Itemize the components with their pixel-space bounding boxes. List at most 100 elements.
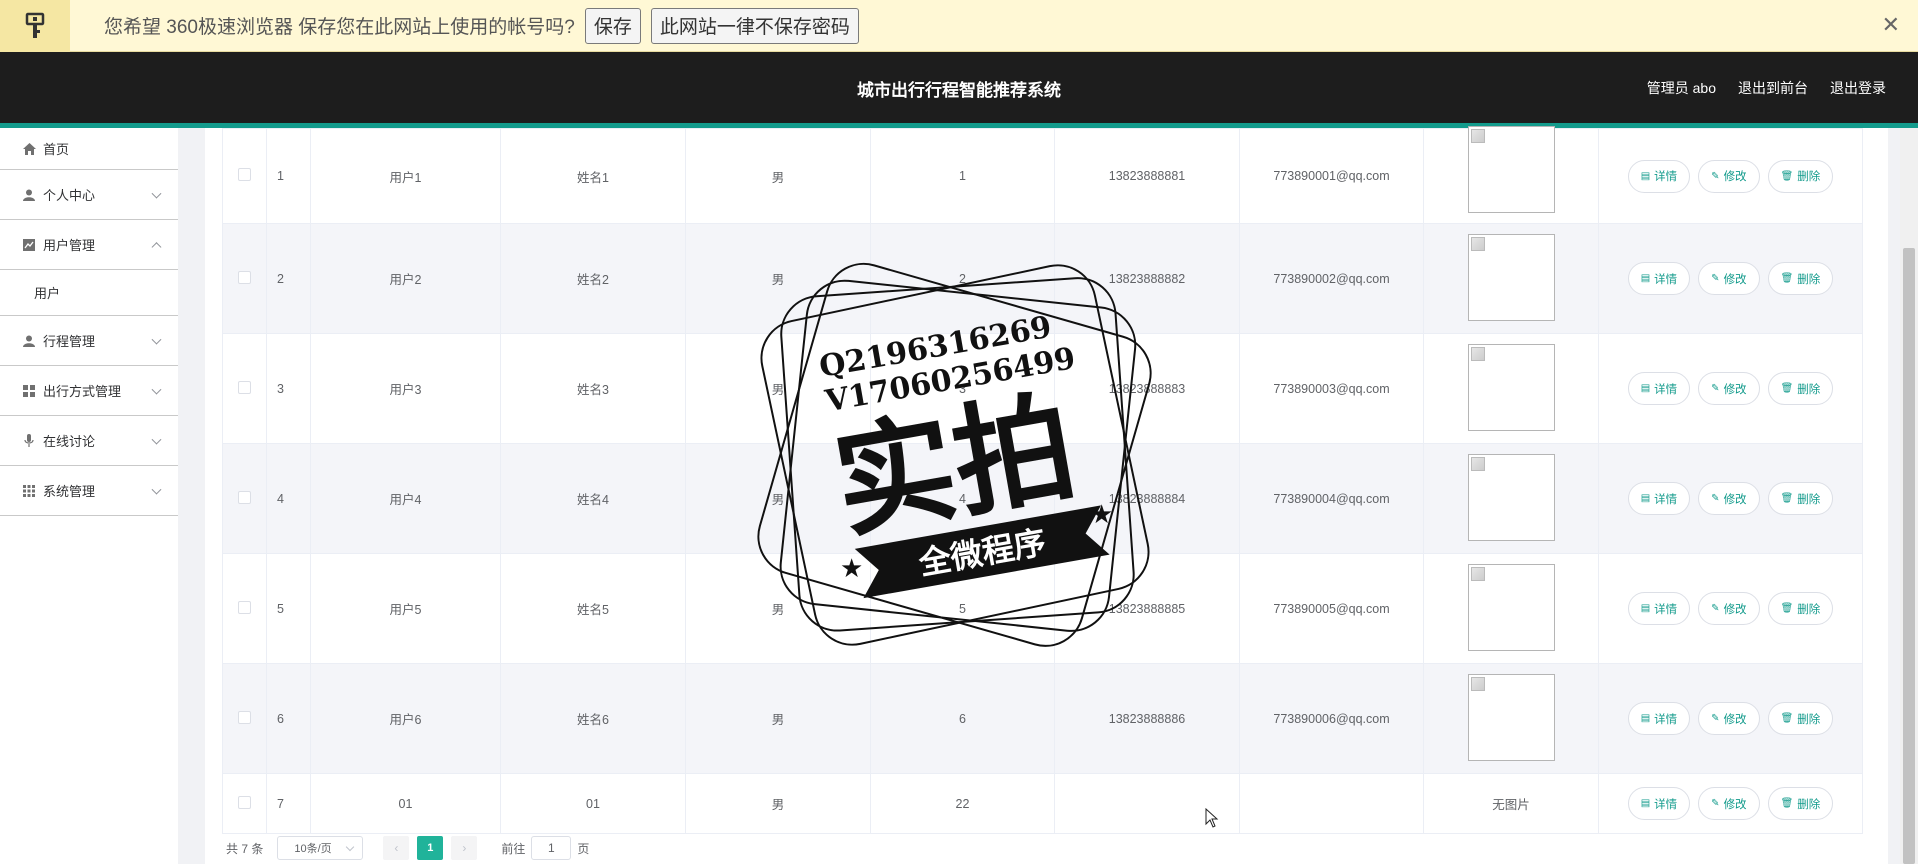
edit-button[interactable]: ✎ 修改 bbox=[1698, 482, 1760, 515]
sidebar-item-system-management[interactable]: 系统管理 bbox=[0, 466, 178, 516]
sidebar-item-label: 系统管理 bbox=[43, 484, 96, 499]
delete-button[interactable]: 🗑 删除 bbox=[1767, 592, 1834, 625]
pencil-icon: ✎ bbox=[1711, 493, 1720, 504]
phone-cell: 13823888884 bbox=[1054, 443, 1240, 554]
detail-button[interactable]: ▤ 详情 bbox=[1627, 482, 1691, 515]
never-save-password-button[interactable]: 此网站一律不保存密码 bbox=[650, 7, 859, 44]
sidebar-item-user-management[interactable]: 用户管理 bbox=[0, 220, 178, 270]
delete-button[interactable]: 🗑 删除 bbox=[1767, 702, 1834, 735]
page-number-current[interactable]: 1 bbox=[417, 836, 444, 860]
delete-button[interactable]: 🗑 删除 bbox=[1767, 159, 1834, 193]
detail-button[interactable]: ▤ 详情 bbox=[1627, 787, 1691, 820]
delete-label: 删除 bbox=[1797, 713, 1821, 726]
document-icon: ▤ bbox=[1640, 170, 1651, 182]
edit-button[interactable]: ✎ 修改 bbox=[1698, 159, 1760, 193]
avatar-image bbox=[1467, 126, 1555, 213]
page-size-select[interactable]: 10条/页 bbox=[277, 836, 364, 860]
sidebar-item-online-discussion[interactable]: 在线讨论 bbox=[0, 416, 178, 466]
row-checkbox[interactable] bbox=[238, 600, 251, 614]
sidebar-item-label: 首页 bbox=[43, 142, 70, 157]
sidebar-item-home[interactable]: 首页 bbox=[0, 128, 178, 170]
next-page-button[interactable]: › bbox=[451, 836, 478, 860]
checkbox-cell bbox=[222, 773, 267, 834]
user-table: 1 用户1 姓名1 男 1 13823888881 773890001@qq.com ▤ 详情 ✎… bbox=[222, 126, 1863, 834]
detail-button[interactable]: ▤ 详情 bbox=[1627, 159, 1691, 193]
edit-label: 修改 bbox=[1723, 798, 1747, 811]
delete-label: 删除 bbox=[1797, 273, 1821, 286]
checkbox-cell bbox=[222, 333, 267, 444]
name-cell: 01 bbox=[500, 773, 686, 834]
sidebar-item-personal[interactable]: 个人中心 bbox=[0, 170, 178, 220]
delete-button[interactable]: 🗑 删除 bbox=[1767, 787, 1834, 820]
age-cell: 22 bbox=[870, 773, 1055, 834]
phone-cell: 13823888886 bbox=[1054, 663, 1240, 774]
age-cell: 2 bbox=[870, 223, 1055, 334]
edit-button[interactable]: ✎ 修改 bbox=[1698, 262, 1760, 295]
vertical-scrollbar[interactable] bbox=[1900, 128, 1918, 864]
microphone-icon bbox=[22, 434, 36, 448]
sidebar-item-label: 行程管理 bbox=[43, 334, 96, 349]
sidebar-item-travel-mode-management[interactable]: 出行方式管理 bbox=[0, 366, 178, 416]
email-cell: 773890004@qq.com bbox=[1239, 443, 1424, 554]
delete-button[interactable]: 🗑 删除 bbox=[1767, 482, 1834, 515]
detail-button[interactable]: ▤ 详情 bbox=[1627, 262, 1691, 295]
delete-label: 删除 bbox=[1797, 493, 1821, 506]
edit-button[interactable]: ✎ 修改 bbox=[1698, 702, 1760, 735]
document-icon: ▤ bbox=[1640, 493, 1651, 504]
save-password-button[interactable]: 保存 bbox=[584, 7, 641, 44]
chevron-down-icon bbox=[151, 334, 162, 345]
detail-button[interactable]: ▤ 详情 bbox=[1627, 372, 1691, 405]
delete-label: 删除 bbox=[1797, 603, 1821, 616]
row-checkbox[interactable] bbox=[238, 710, 251, 724]
chevron-down-icon bbox=[151, 384, 162, 395]
name-cell: 姓名2 bbox=[500, 223, 686, 334]
pencil-icon: ✎ bbox=[1711, 170, 1720, 182]
checkbox-cell bbox=[222, 223, 267, 334]
chevron-down-icon bbox=[151, 434, 162, 445]
goto-page-input[interactable]: 1 bbox=[531, 836, 572, 860]
detail-button[interactable]: ▤ 详情 bbox=[1627, 702, 1691, 735]
edit-button[interactable]: ✎ 修改 bbox=[1698, 592, 1760, 625]
grid-icon bbox=[22, 384, 36, 398]
name-cell: 姓名4 bbox=[500, 443, 686, 554]
avatar-cell bbox=[1423, 223, 1599, 334]
row-checkbox[interactable] bbox=[238, 270, 251, 284]
detail-label: 详情 bbox=[1654, 273, 1678, 286]
avatar-image bbox=[1467, 453, 1555, 541]
row-checkbox[interactable] bbox=[238, 490, 251, 504]
checkbox-cell bbox=[222, 443, 267, 554]
edit-button[interactable]: ✎ 修改 bbox=[1698, 372, 1760, 405]
document-icon: ▤ bbox=[1640, 713, 1651, 724]
page-suffix-label: 页 bbox=[577, 841, 590, 856]
row-checkbox[interactable] bbox=[238, 795, 251, 809]
sidebar-subitem-user[interactable]: 用户 bbox=[0, 270, 178, 316]
detail-button[interactable]: ▤ 详情 bbox=[1627, 592, 1691, 625]
row-checkbox[interactable] bbox=[238, 168, 251, 181]
edit-button[interactable]: ✎ 修改 bbox=[1698, 787, 1760, 820]
pencil-icon: ✎ bbox=[1711, 798, 1720, 809]
sidebar-item-trip-management[interactable]: 行程管理 bbox=[0, 316, 178, 366]
document-icon: ▤ bbox=[1640, 383, 1651, 394]
prev-page-button[interactable]: ‹ bbox=[383, 836, 410, 860]
document-icon: ▤ bbox=[1640, 798, 1651, 809]
index-cell: 2 bbox=[266, 223, 311, 334]
username-cell: 01 bbox=[310, 773, 501, 834]
age-cell: 5 bbox=[870, 553, 1055, 664]
row-checkbox[interactable] bbox=[238, 380, 251, 394]
detail-label: 详情 bbox=[1654, 713, 1678, 726]
logout-link[interactable]: 退出登录 bbox=[1830, 78, 1886, 98]
delete-button[interactable]: 🗑 删除 bbox=[1767, 262, 1834, 295]
detail-label: 详情 bbox=[1654, 493, 1678, 506]
phone-cell: 13823888883 bbox=[1054, 333, 1240, 444]
exit-to-front-link[interactable]: 退出到前台 bbox=[1738, 78, 1808, 98]
name-cell: 姓名1 bbox=[500, 128, 686, 224]
delete-button[interactable]: 🗑 删除 bbox=[1767, 372, 1834, 405]
pencil-icon: ✎ bbox=[1711, 383, 1720, 394]
scrollbar-thumb[interactable] bbox=[1903, 248, 1915, 864]
username-cell: 用户5 bbox=[310, 553, 501, 664]
password-save-message: 您希望 360极速浏览器 保存您在此网站上使用的帐号吗? bbox=[104, 17, 575, 38]
pencil-icon: ✎ bbox=[1711, 273, 1720, 284]
checkbox-cell bbox=[222, 128, 267, 224]
email-cell: 773890002@qq.com bbox=[1239, 223, 1424, 334]
close-icon[interactable]: ✕ bbox=[1882, 12, 1900, 38]
